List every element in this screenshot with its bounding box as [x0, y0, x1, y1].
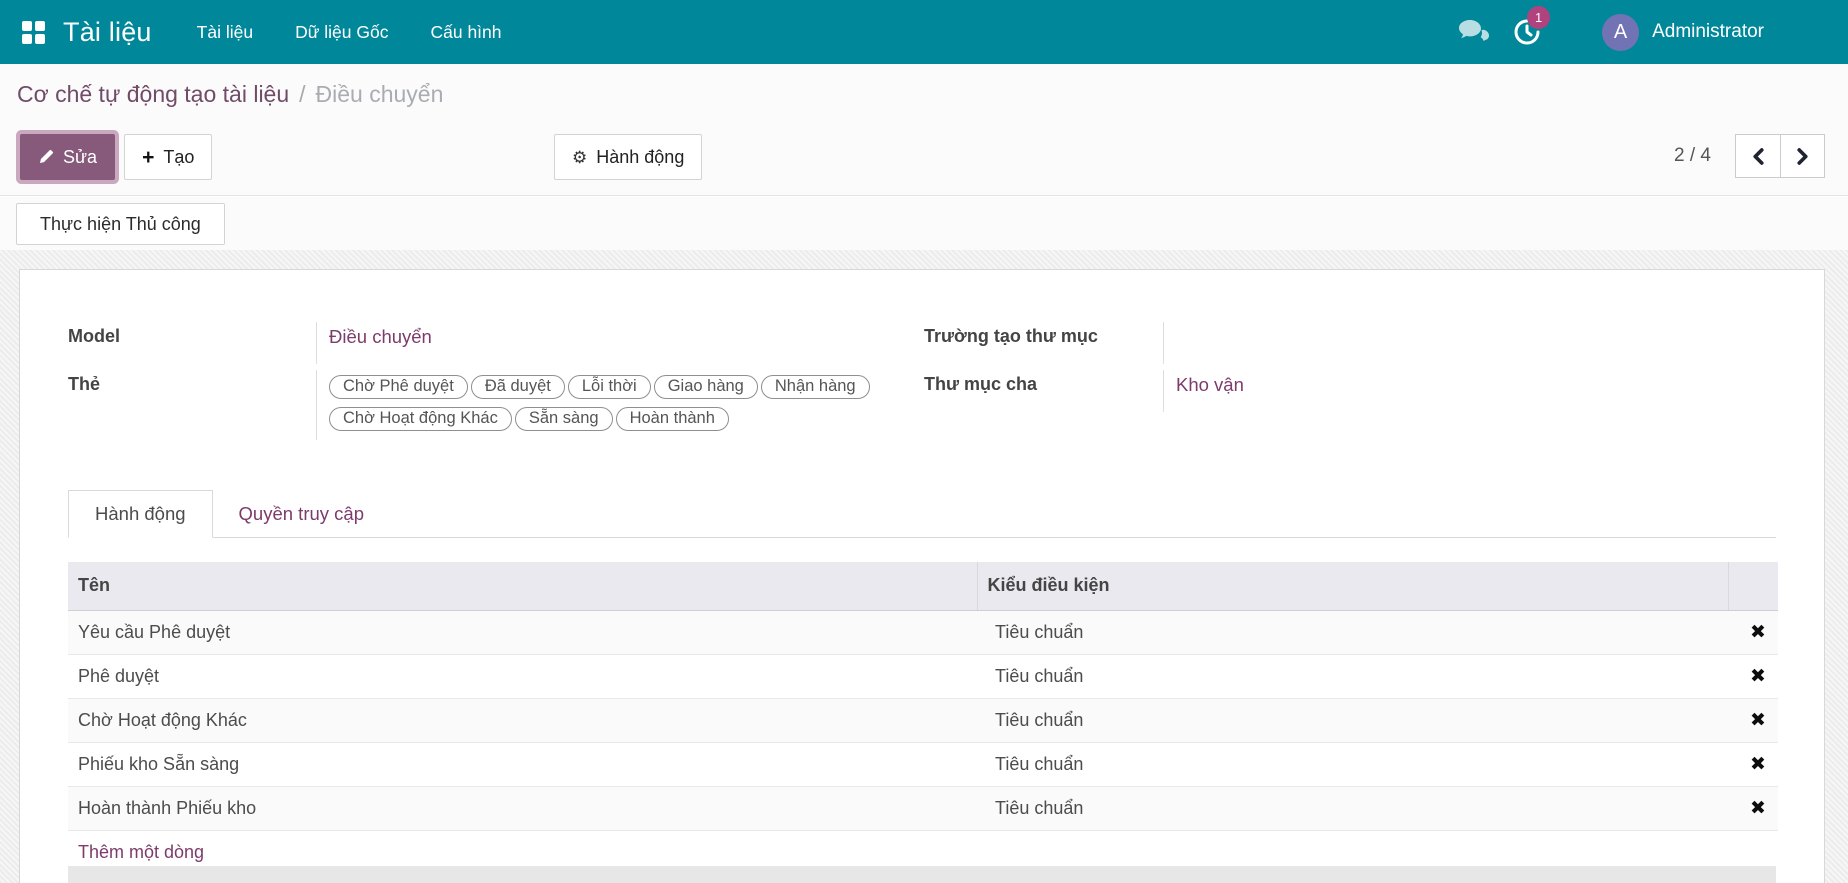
create-button[interactable]: + Tạo	[124, 134, 213, 180]
table-row[interactable]: Chờ Hoạt động Khác Tiêu chuẩn ✖	[68, 698, 1778, 743]
table-row[interactable]: Yêu cầu Phê duyệt Tiêu chuẩn ✖	[68, 610, 1778, 655]
form-fields: Model Điều chuyển Thẻ Chờ Phê duyệt Đã du…	[68, 322, 1776, 446]
run-manually-button[interactable]: Thực hiện Thủ công	[16, 203, 225, 245]
table-row[interactable]: Hoàn thành Phiếu kho Tiêu chuẩn ✖	[68, 786, 1778, 831]
breadcrumb-parent-link[interactable]: Cơ chế tự động tạo tài liệu	[17, 81, 289, 108]
cell-delete: ✖	[1728, 742, 1778, 787]
cell-name: Phiếu kho Sẵn sàng	[68, 742, 977, 787]
field-tags: Thẻ Chờ Phê duyệt Đã duyệt Lỗi thời Giao hà…	[68, 370, 904, 440]
control-panel: Sửa + Tạo ⚙ Hành động 2 / 4	[0, 124, 1848, 196]
breadcrumb-separator: /	[299, 80, 306, 107]
cell-delete: ✖	[1728, 786, 1778, 831]
breadcrumb-current: Điều chuyển	[315, 80, 444, 107]
tab-inactive[interactable]: Quyền truy cập	[213, 491, 390, 537]
actions-table: Tên Kiểu điều kiện Yêu cầu Phê duyệt Tiêu…	[68, 562, 1778, 874]
activity-button[interactable]: 1	[1504, 0, 1551, 64]
field-model: Model Điều chuyển	[68, 322, 904, 364]
gear-icon: ⚙	[572, 147, 588, 167]
form-column-right: Trường tạo thư mục Thư mục cha Kho vận	[924, 322, 1776, 446]
plus-icon: +	[142, 145, 155, 169]
tag-pill[interactable]: Lỗi thời	[567, 375, 651, 399]
tag-pill[interactable]: Hoàn thành	[615, 407, 729, 431]
cell-name: Hoàn thành Phiếu kho	[68, 786, 977, 831]
tag-pill[interactable]: Đã duyệt	[470, 375, 565, 399]
pager-value: 2 / 4	[1674, 145, 1711, 166]
column-header-condition[interactable]: Kiểu điều kiện	[976, 562, 1728, 611]
cell-delete: ✖	[1728, 654, 1778, 699]
action-menu-button[interactable]: ⚙ Hành động	[554, 134, 703, 180]
chevron-left-icon	[1752, 147, 1765, 165]
chat-bubbles-icon	[1457, 19, 1490, 45]
app-brand[interactable]: Tài liệu	[63, 17, 152, 48]
delete-row-icon[interactable]: ✖	[1750, 798, 1766, 819]
cell-condition: Tiêu chuẩn	[977, 786, 1728, 831]
field-tags-label: Thẻ	[68, 374, 101, 394]
statusbar: Thực hiện Thủ công	[0, 197, 1848, 250]
cell-condition: Tiêu chuẩn	[977, 654, 1728, 699]
field-parent-folder-value-link[interactable]: Kho vận	[1176, 374, 1244, 395]
edit-button[interactable]: Sửa	[20, 134, 116, 180]
user-avatar[interactable]: A	[1602, 13, 1640, 51]
pager: 2 / 4	[1674, 134, 1825, 178]
cell-condition: Tiêu chuẩn	[977, 610, 1728, 655]
form-sheet: Model Điều chuyển Thẻ Chờ Phê duyệt Đã du…	[19, 269, 1825, 883]
cell-name: Phê duyệt	[68, 654, 977, 699]
delete-row-icon[interactable]: ✖	[1750, 666, 1766, 687]
bottom-scroll-strip[interactable]	[68, 866, 1776, 883]
notebook-tabs: Hành động Quyền truy cập	[68, 490, 1776, 538]
field-folder-field-label: Trường tạo thư mục	[924, 326, 1098, 346]
table-row[interactable]: Phiếu kho Sẵn sàng Tiêu chuẩn ✖	[68, 742, 1778, 787]
apps-grid-icon[interactable]	[22, 20, 45, 44]
tag-pill[interactable]: Chờ Phê duyệt	[329, 375, 468, 399]
messages-button[interactable]	[1450, 0, 1496, 64]
breadcrumb: Cơ chế tự động tạo tài liệu / Điều chuyể…	[0, 64, 1848, 124]
top-menu-item[interactable]: Dữ liệu Gốc	[274, 0, 409, 64]
top-menu-item[interactable]: Tài liệu	[176, 0, 274, 64]
column-header-delete	[1727, 562, 1778, 611]
cell-condition: Tiêu chuẩn	[977, 698, 1728, 743]
delete-row-icon[interactable]: ✖	[1750, 622, 1766, 643]
table-header-row: Tên Kiểu điều kiện	[68, 562, 1778, 611]
tag-pill[interactable]: Nhận hàng	[760, 375, 870, 399]
table-row[interactable]: Phê duyệt Tiêu chuẩn ✖	[68, 654, 1778, 699]
navbar-right: 1 A Administrator	[1450, 0, 1848, 64]
user-name[interactable]: Administrator	[1652, 21, 1764, 43]
delete-row-icon[interactable]: ✖	[1750, 754, 1766, 775]
delete-row-icon[interactable]: ✖	[1750, 710, 1766, 731]
field-model-label: Model	[68, 326, 120, 346]
content-background: Model Điều chuyển Thẻ Chờ Phê duyệt Đã du…	[0, 250, 1848, 883]
table-body: Yêu cầu Phê duyệt Tiêu chuẩn ✖ Phê duyệt Tiê…	[68, 610, 1778, 874]
tag-pill[interactable]: Sẵn sàng	[514, 407, 613, 431]
cell-delete: ✖	[1728, 610, 1778, 655]
field-parent-folder-label: Thư mục cha	[924, 374, 1038, 394]
column-header-name[interactable]: Tên	[68, 562, 977, 611]
activity-badge: 1	[1527, 6, 1551, 29]
chevron-right-icon	[1796, 147, 1809, 165]
cell-condition: Tiêu chuẩn	[977, 742, 1728, 787]
pager-next-button[interactable]	[1780, 135, 1824, 177]
pencil-icon	[38, 149, 54, 165]
cell-name: Chờ Hoạt động Khác	[68, 698, 977, 743]
field-parent-folder: Thư mục cha Kho vận	[924, 370, 1776, 412]
top-menu-item[interactable]: Cấu hình	[409, 0, 522, 64]
pager-previous-button[interactable]	[1736, 135, 1780, 177]
cell-delete: ✖	[1728, 698, 1778, 743]
tag-pill[interactable]: Chờ Hoạt động Khác	[329, 407, 512, 431]
tag-pill[interactable]: Giao hàng	[653, 375, 758, 399]
cell-name: Yêu cầu Phê duyệt	[68, 610, 977, 655]
top-navbar: Tài liệu Tài liệu Dữ liệu Gốc Cấu hình 1 A…	[0, 0, 1848, 64]
top-menu: Tài liệu Dữ liệu Gốc Cấu hình	[176, 0, 523, 64]
tab-active[interactable]: Hành động	[68, 490, 213, 538]
field-folder-field-value[interactable]	[1163, 322, 1776, 364]
field-model-value-link[interactable]: Điều chuyển	[329, 326, 432, 347]
tags-list: Chờ Phê duyệt Đã duyệt Lỗi thời Giao hàng Nh…	[329, 374, 904, 438]
field-folder-field: Trường tạo thư mục	[924, 322, 1776, 364]
form-column-left: Model Điều chuyển Thẻ Chờ Phê duyệt Đã du…	[68, 322, 904, 446]
